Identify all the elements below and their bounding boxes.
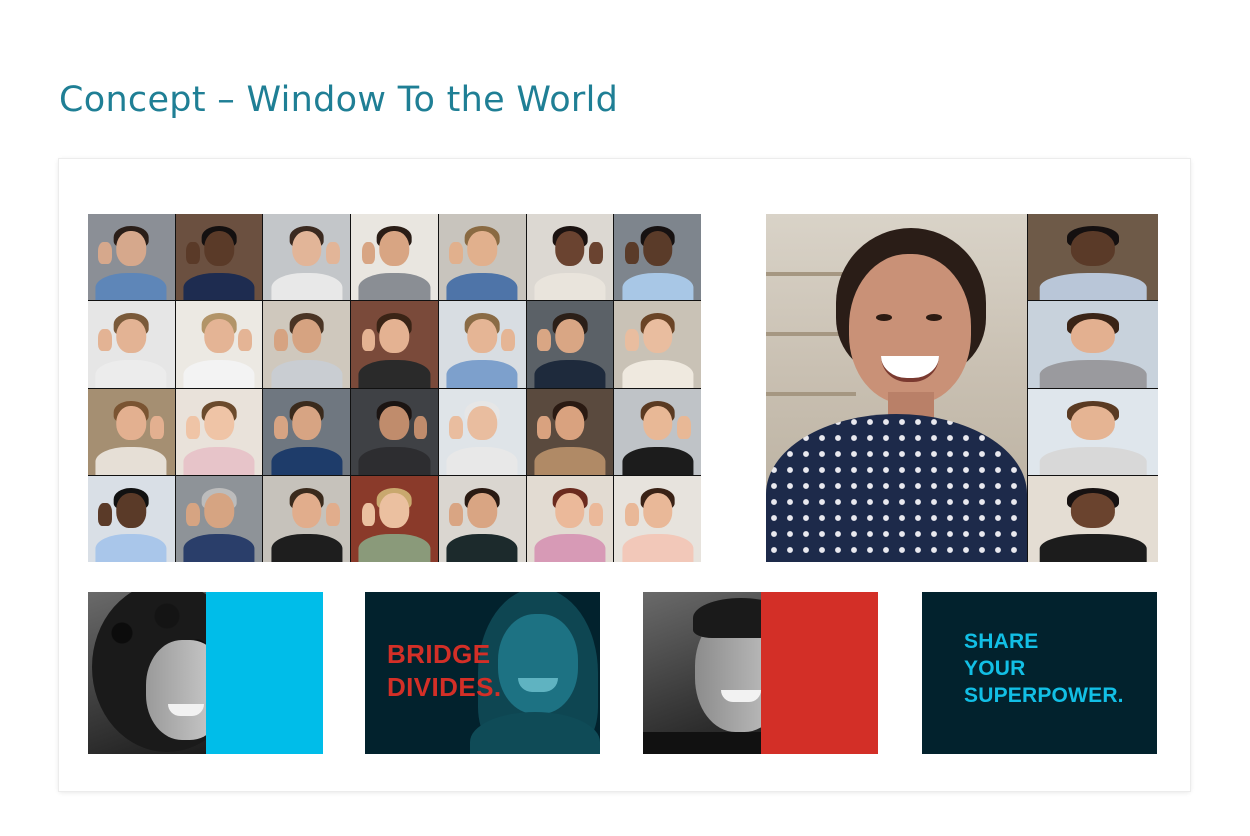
participant-video-tile [526, 301, 614, 388]
participant-video-tile [88, 301, 175, 388]
participant-video-tile [438, 388, 526, 475]
participant-video-tile [263, 388, 351, 475]
participant-video-tile [88, 388, 175, 475]
participant-video-tile [263, 214, 351, 301]
cyan-color-block [206, 592, 323, 754]
participant-video-tile [614, 214, 701, 301]
participant-video-tile [175, 388, 263, 475]
red-color-block [761, 592, 878, 754]
participant-video-tile [438, 475, 526, 562]
participant-video-tile [351, 214, 438, 301]
tagline-card-cyan-split [88, 592, 323, 754]
tagline-share-your-superpower: SHARE YOUR SUPERPOWER. [964, 630, 1124, 707]
participant-video-tile [175, 214, 263, 301]
participant-video-tile [351, 301, 438, 388]
tagline-card-red-split [643, 592, 878, 754]
bw-portrait-photo [643, 592, 761, 754]
participant-video-tile [614, 475, 701, 562]
tagline-bridge-divides: BRIDGE DIVIDES. [387, 639, 502, 702]
tagline-card-bridge-divides: BRIDGE DIVIDES. [365, 592, 600, 754]
participant-video-tile [175, 301, 263, 388]
main-speaker-photo [766, 214, 1027, 562]
participant-video-tile [1028, 388, 1158, 475]
page-title: Concept – Window To the World [59, 80, 619, 120]
side-participant-feeds [1028, 214, 1158, 562]
polka-dot-shirt [766, 414, 1027, 562]
participant-video-tile [351, 388, 438, 475]
participant-video-tile [263, 301, 351, 388]
video-call-grid [88, 214, 701, 562]
participant-video-tile [351, 475, 438, 562]
participant-video-tile [1028, 214, 1158, 301]
participant-video-tile [526, 388, 614, 475]
participant-video-tile [1028, 475, 1158, 562]
bw-portrait-photo [88, 592, 206, 754]
participant-video-tile [614, 388, 701, 475]
participant-video-tile [438, 301, 526, 388]
participant-video-tile [88, 475, 175, 562]
participant-video-tile [614, 301, 701, 388]
participant-video-tile [526, 214, 614, 301]
participant-video-tile [263, 475, 351, 562]
participant-video-tile [438, 214, 526, 301]
concept-board: BRIDGE DIVIDES. SHARE YOUR SUPERPOWER. [59, 159, 1190, 791]
speaker-view-panel [766, 214, 1158, 562]
participant-video-tile [1028, 301, 1158, 388]
participant-video-tile [526, 475, 614, 562]
participant-video-tile [175, 475, 263, 562]
participant-video-tile [88, 214, 175, 301]
tagline-card-share-superpower: SHARE YOUR SUPERPOWER. [922, 592, 1157, 754]
